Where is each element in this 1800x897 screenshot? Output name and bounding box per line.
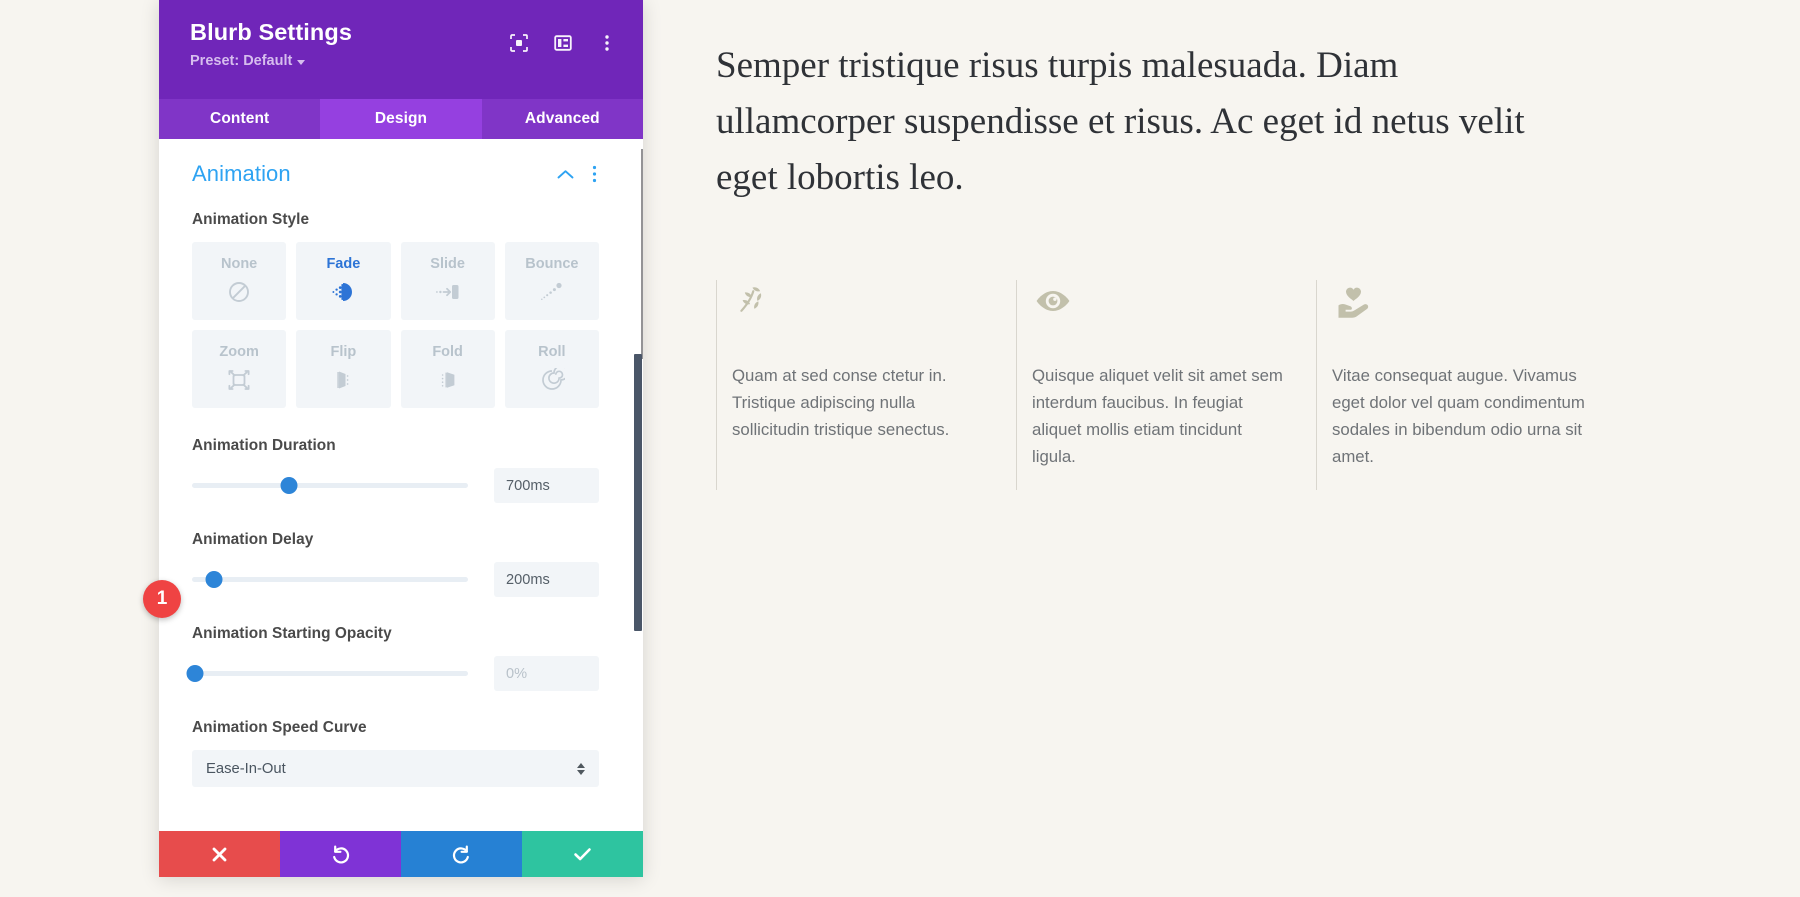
cancel-button[interactable] [159, 831, 280, 877]
blurb-item: Quisque aliquet velit sit amet sem inter… [1016, 279, 1316, 490]
animation-option-bounce[interactable]: Bounce [504, 242, 599, 320]
animation-duration-label: Animation Duration [192, 437, 336, 454]
animation-duration-field: Animation Duration 700ms [192, 437, 599, 503]
animation-option-label: Fold [432, 343, 463, 360]
animation-section-header: Animation [192, 161, 599, 187]
animation-option-flip[interactable]: Flip [296, 330, 391, 408]
panel-footer [159, 831, 643, 877]
close-x-icon [210, 845, 229, 864]
select-selected-value: Ease-In-Out [206, 760, 286, 777]
fade-icon [330, 278, 357, 305]
animation-style-grid: None Fade Slide Bounce Zoom Flip Fold Ro… [192, 242, 599, 408]
animation-option-zoom[interactable]: Zoom [192, 330, 287, 408]
no-entry-icon [226, 278, 253, 305]
animation-option-fade[interactable]: Fade [296, 242, 391, 320]
save-button[interactable] [522, 831, 643, 877]
animation-option-label: Roll [538, 343, 566, 360]
tab-advanced[interactable]: Advanced [481, 99, 643, 139]
animation-speed-curve-field: Animation Speed Curve Ease-In-Out [192, 719, 599, 787]
animation-option-none[interactable]: None [192, 242, 287, 320]
animation-duration-value[interactable]: 700ms [494, 468, 599, 503]
blurb-settings-panel: Blurb Settings Preset: Default Content D… [159, 0, 643, 877]
flip-icon [330, 366, 357, 393]
roll-spiral-icon [538, 366, 565, 393]
animation-starting-opacity-value[interactable]: 0% [494, 656, 599, 691]
animation-delay-value[interactable]: 200ms [494, 562, 599, 597]
scrollbar-thumb[interactable] [634, 354, 642, 631]
blurb-row: Quam at sed conse ctetur in. Tristique a… [716, 279, 1800, 490]
undo-arrow-icon [330, 844, 351, 865]
select-stepper-arrows-icon [577, 762, 585, 775]
panel-scrollbar[interactable] [634, 139, 643, 831]
animation-starting-opacity-label: Animation Starting Opacity [192, 625, 392, 642]
animation-option-label: Flip [330, 343, 357, 360]
animation-option-label: None [221, 255, 258, 272]
blurb-text: Vitae consequat augue. Vivamus eget dolo… [1332, 365, 1585, 467]
bounce-icon [538, 278, 565, 305]
animation-option-label: Slide [430, 255, 465, 272]
eye-icon [1032, 280, 1288, 324]
fold-icon [434, 366, 461, 393]
section-kebab-menu-icon[interactable] [592, 165, 597, 183]
step-badge-1: 1 [143, 580, 181, 618]
blurb-item: Vitae consequat augue. Vivamus eget dolo… [1316, 279, 1616, 490]
blurb-text: Quisque aliquet velit sit amet sem inter… [1032, 365, 1283, 467]
panel-scroll-body: Animation Animation Style None Fade Slid… [159, 139, 643, 831]
slider-handle[interactable] [205, 571, 223, 588]
animation-option-label: Bounce [525, 255, 579, 272]
chevron-down-icon [297, 59, 306, 65]
slider-handle[interactable] [280, 477, 298, 494]
animation-option-roll[interactable]: Roll [504, 330, 599, 408]
animation-starting-opacity-field: Animation Starting Opacity 0% [186, 625, 599, 691]
animation-delay-slider[interactable] [192, 567, 468, 593]
blurb-item: Quam at sed conse ctetur in. Tristique a… [716, 279, 1016, 490]
panel-tabs: Content Design Advanced [159, 99, 643, 139]
animation-starting-opacity-slider[interactable] [186, 661, 468, 687]
undo-button[interactable] [280, 831, 401, 877]
redo-button[interactable] [401, 831, 522, 877]
animation-option-fold[interactable]: Fold [400, 330, 495, 408]
animation-option-slide[interactable]: Slide [400, 242, 495, 320]
animation-delay-label: Animation Delay [192, 531, 314, 548]
chevron-up-icon[interactable] [557, 169, 574, 180]
panel-header: Blurb Settings Preset: Default [159, 0, 643, 99]
animation-speed-curve-select[interactable]: Ease-In-Out [192, 750, 599, 787]
layout-panel-icon[interactable] [552, 32, 574, 54]
leaf-branch-icon [732, 280, 988, 324]
section-title-animation: Animation [192, 161, 291, 186]
heart-in-hand-icon [1332, 280, 1588, 324]
animation-option-label: Fade [326, 255, 361, 272]
animation-style-label: Animation Style [192, 211, 310, 228]
slide-icon [434, 278, 461, 305]
animation-duration-slider[interactable] [192, 473, 468, 499]
redo-arrow-icon [451, 844, 472, 865]
animation-option-label: Zoom [219, 343, 259, 360]
focus-target-icon[interactable] [508, 32, 530, 54]
panel-header-icons [508, 14, 621, 54]
slider-track [192, 671, 468, 676]
slider-track [192, 577, 468, 582]
panel-header-titles: Blurb Settings Preset: Default [190, 14, 352, 69]
kebab-menu-icon[interactable] [596, 32, 618, 54]
page-content: Semper tristique risus turpis malesuada.… [716, 0, 1800, 897]
preset-label: Preset: Default [190, 53, 293, 70]
tab-content[interactable]: Content [159, 99, 321, 139]
tab-design[interactable]: Design [320, 99, 482, 139]
blurb-text: Quam at sed conse ctetur in. Tristique a… [732, 365, 950, 440]
page-title: Blurb Settings [190, 19, 352, 45]
content-heading: Semper tristique risus turpis malesuada.… [716, 45, 1525, 199]
slider-track [192, 483, 468, 488]
animation-speed-curve-label: Animation Speed Curve [192, 719, 367, 736]
slider-handle[interactable] [186, 665, 204, 682]
checkmark-icon [572, 844, 593, 865]
zoom-expand-icon [226, 366, 253, 393]
preset-selector[interactable]: Preset: Default [190, 53, 352, 69]
animation-delay-field: Animation Delay 200ms [192, 531, 599, 597]
